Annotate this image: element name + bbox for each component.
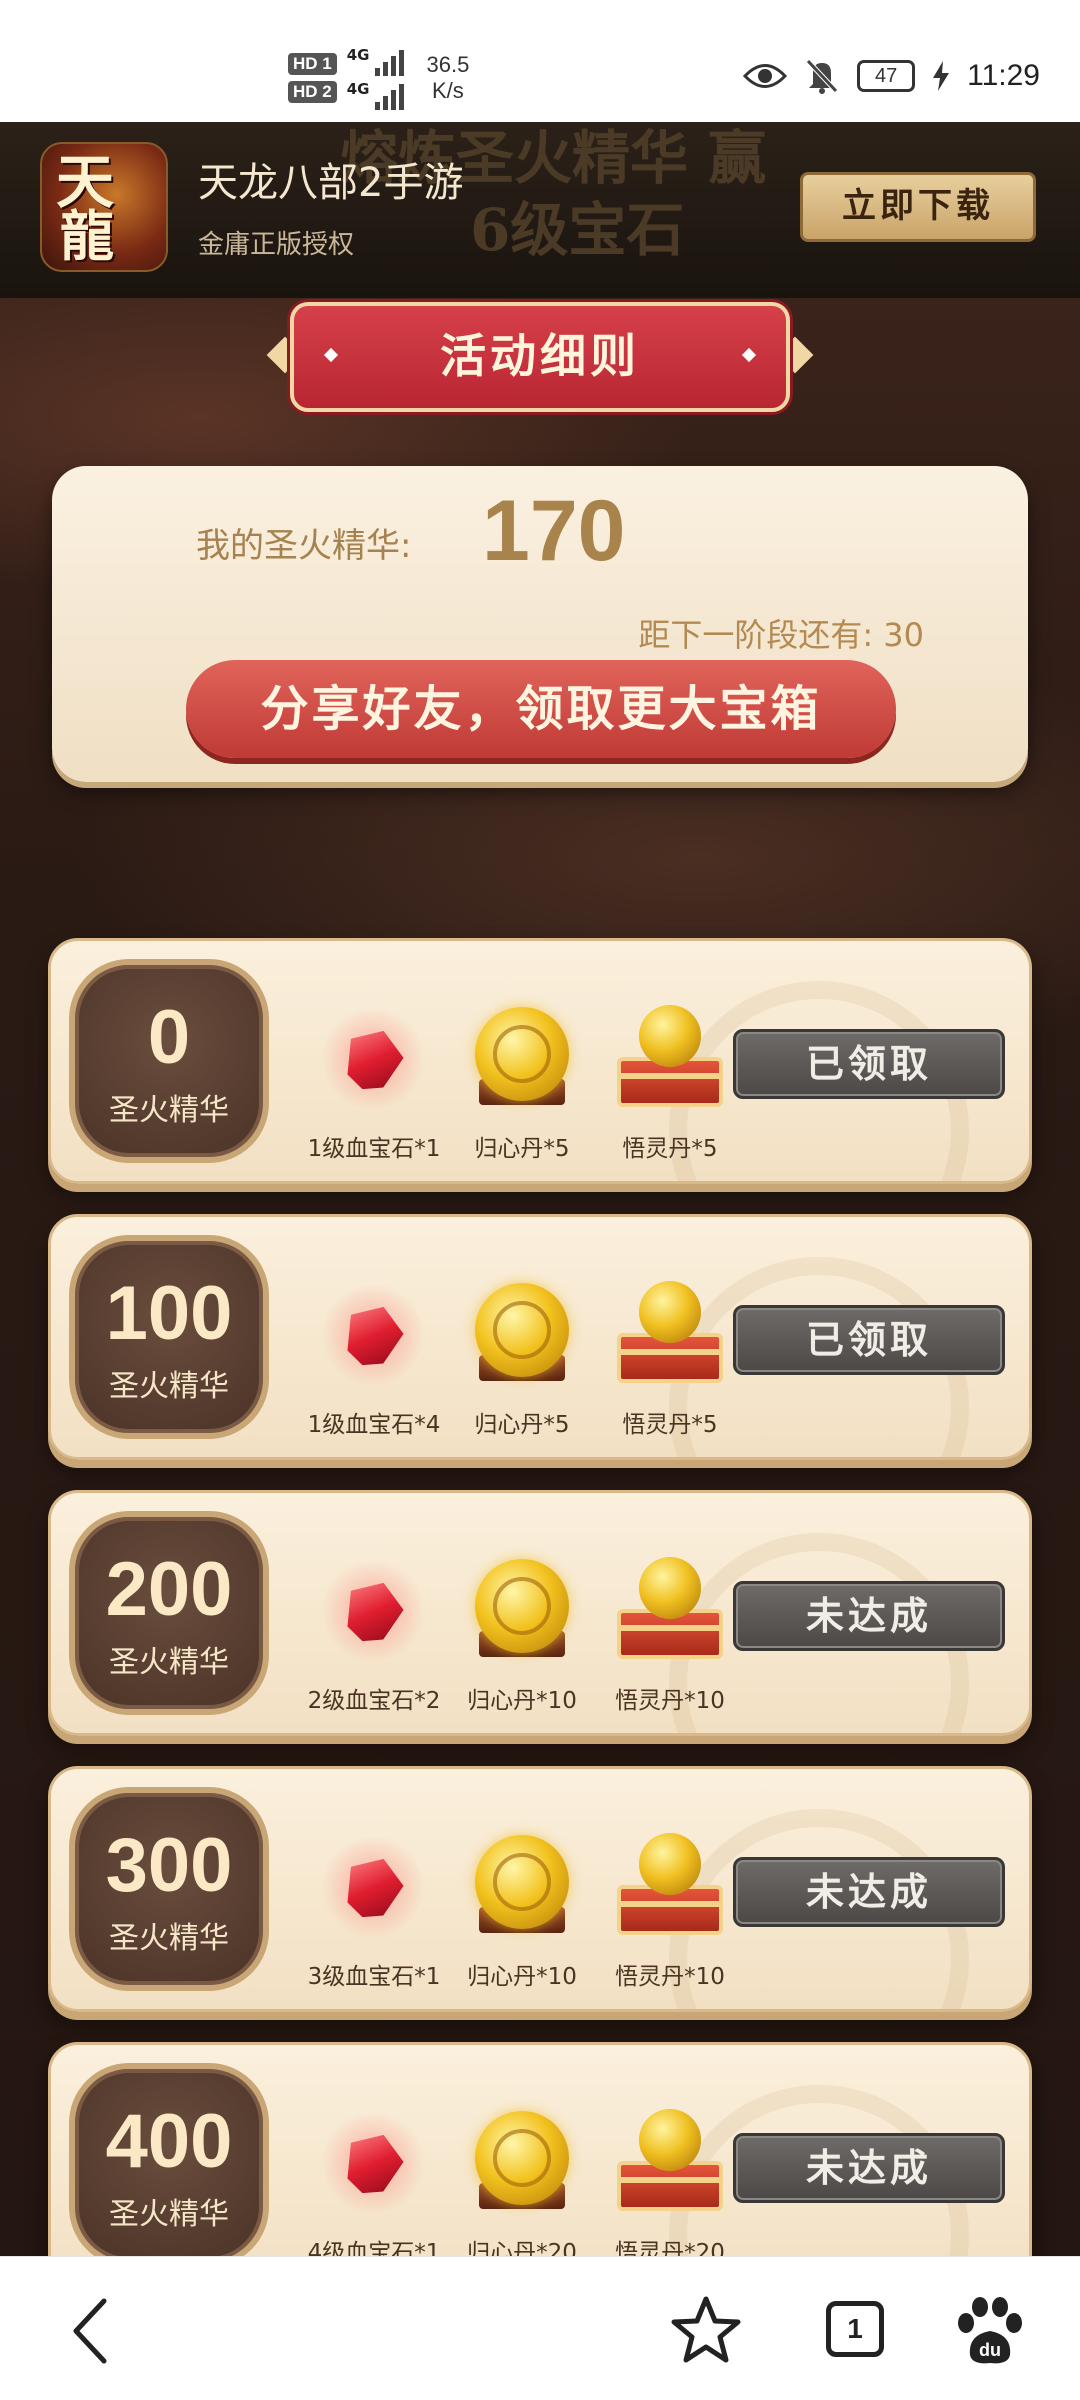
baidu-paw-icon: du bbox=[958, 2297, 1022, 2364]
tier-threshold: 200 bbox=[105, 1547, 233, 1632]
star-icon bbox=[671, 2296, 741, 2363]
essence-label: 我的圣火精华: bbox=[196, 526, 412, 566]
favorite-button[interactable] bbox=[668, 2293, 744, 2369]
signal-2-icon: 4G bbox=[347, 80, 405, 110]
claim-status-button[interactable]: 未达成 bbox=[733, 2133, 1005, 2203]
signal-indicators: 4G 4G bbox=[347, 46, 405, 110]
essence-value: 170 bbox=[482, 483, 626, 579]
tier-badge: 400 圣火精华 bbox=[69, 2063, 269, 2256]
eye-icon bbox=[743, 64, 788, 88]
hd1-badge: HD 1 bbox=[288, 53, 337, 75]
claim-status-button[interactable]: 已领取 bbox=[733, 1305, 1005, 1375]
app-logo: 天 龍 bbox=[40, 142, 168, 272]
tier-unit: 圣火精华 bbox=[109, 2197, 229, 2232]
tier-unit: 圣火精华 bbox=[109, 1369, 229, 1404]
back-icon bbox=[73, 2298, 107, 2364]
claim-status-button[interactable]: 已领取 bbox=[733, 1029, 1005, 1099]
reward-tier: 100 圣火精华 1级血宝石*4 归心丹*5 悟灵丹*5 已领取 bbox=[48, 1214, 1032, 1460]
app-subtitle: 金庸正版授权 bbox=[198, 230, 355, 260]
back-button[interactable] bbox=[60, 2293, 136, 2369]
tier-unit: 圣火精华 bbox=[109, 1921, 229, 1956]
claim-status-button[interactable]: 未达成 bbox=[733, 1857, 1005, 1927]
tier-badge: 0 圣火精华 bbox=[69, 959, 269, 1163]
tier-threshold: 400 bbox=[105, 2099, 233, 2184]
reward-tier: 300 圣火精华 3级血宝石*1 归心丹*10 悟灵丹*10 未达成 bbox=[48, 1766, 1032, 2012]
app-name: 天龙八部2手游 bbox=[198, 160, 464, 206]
tier-badge: 100 圣火精华 bbox=[69, 1235, 269, 1439]
net-speed-value: 36.5 bbox=[426, 52, 470, 77]
status-left: HD 1 HD 2 4G 4G 36.5 K/s bbox=[288, 46, 469, 110]
battery-icon: 47 bbox=[857, 60, 916, 92]
tabs-button[interactable]: 1 bbox=[818, 2293, 894, 2369]
download-button[interactable]: 立即下载 bbox=[800, 172, 1036, 242]
status-right: 47 11:29 bbox=[743, 58, 1040, 94]
tier-threshold: 300 bbox=[105, 1823, 233, 1908]
net1-label: 4G bbox=[346, 46, 370, 64]
reward-item-label: 悟灵丹*10 bbox=[615, 1688, 725, 1714]
charging-icon bbox=[933, 61, 950, 91]
reward-item-label: 悟灵丹*5 bbox=[622, 1136, 718, 1162]
net-speed-unit: K/s bbox=[432, 78, 464, 103]
hd-indicators: HD 1 HD 2 bbox=[288, 53, 337, 103]
essence-card: 我的圣火精华: 170 距下一阶段还有: 30 分享好友，领取更大宝箱 bbox=[52, 466, 1028, 782]
reward-item-label: 悟灵丹*5 bbox=[622, 1412, 718, 1438]
reward-tier: 0 圣火精华 1级血宝石*1 归心丹*5 悟灵丹*5 已领取 bbox=[48, 938, 1032, 1184]
section-title: 活动细则 bbox=[290, 302, 790, 412]
reward-tier: 400 圣火精华 4级血宝石*1 归心丹*20 悟灵丹*20 未达成 bbox=[48, 2042, 1032, 2256]
reward-item-label: 悟灵丹*10 bbox=[615, 1964, 725, 1990]
next-stage-text: 距下一阶段还有: 30 bbox=[638, 616, 924, 654]
bell-mute-icon bbox=[806, 59, 838, 94]
clock: 11:29 bbox=[967, 59, 1040, 92]
tier-badge: 200 圣火精华 bbox=[69, 1511, 269, 1715]
tabs-icon: 1 bbox=[826, 2301, 884, 2357]
tier-threshold: 100 bbox=[105, 1271, 233, 1356]
hd2-badge: HD 2 bbox=[288, 81, 337, 103]
app-logo-char-1: 天 bbox=[56, 148, 115, 216]
tier-badge: 300 圣火精华 bbox=[69, 1787, 269, 1991]
bottom-nav: 1 du bbox=[0, 2256, 1080, 2400]
tier-threshold: 0 bbox=[147, 995, 191, 1080]
share-button[interactable]: 分享好友，领取更大宝箱 bbox=[186, 660, 896, 758]
claim-status-button[interactable]: 未达成 bbox=[733, 1581, 1005, 1651]
net2-label: 4G bbox=[346, 80, 370, 98]
tier-unit: 圣火精华 bbox=[109, 1093, 229, 1128]
status-bar: HD 1 HD 2 4G 4G 36.5 K/s 47 11:29 bbox=[0, 0, 1080, 122]
game-banner[interactable]: 熔炼圣火精华 赢 6级宝石 天 龍 天龙八部2手游 金庸正版授权 立即下载 bbox=[0, 122, 1080, 298]
app-logo-char-2: 龍 bbox=[60, 204, 114, 268]
svg-text:du: du bbox=[979, 2340, 1001, 2360]
reward-tier: 200 圣火精华 2级血宝石*2 归心丹*10 悟灵丹*10 未达成 bbox=[48, 1490, 1032, 1736]
reward-item-label: 悟灵丹*20 bbox=[615, 2240, 725, 2256]
tier-unit: 圣火精华 bbox=[109, 1645, 229, 1680]
signal-1-icon: 4G bbox=[347, 46, 405, 76]
net-speed: 36.5 K/s bbox=[426, 52, 469, 104]
section-title-plaque: 活动细则 bbox=[266, 298, 814, 416]
baidu-home-button[interactable]: du bbox=[952, 2293, 1028, 2369]
activity-main: 活动细则 我的圣火精华: 170 距下一阶段还有: 30 分享好友，领取更大宝箱… bbox=[0, 298, 1080, 2256]
banner-bg-line-2: 6级宝石 bbox=[470, 196, 685, 264]
